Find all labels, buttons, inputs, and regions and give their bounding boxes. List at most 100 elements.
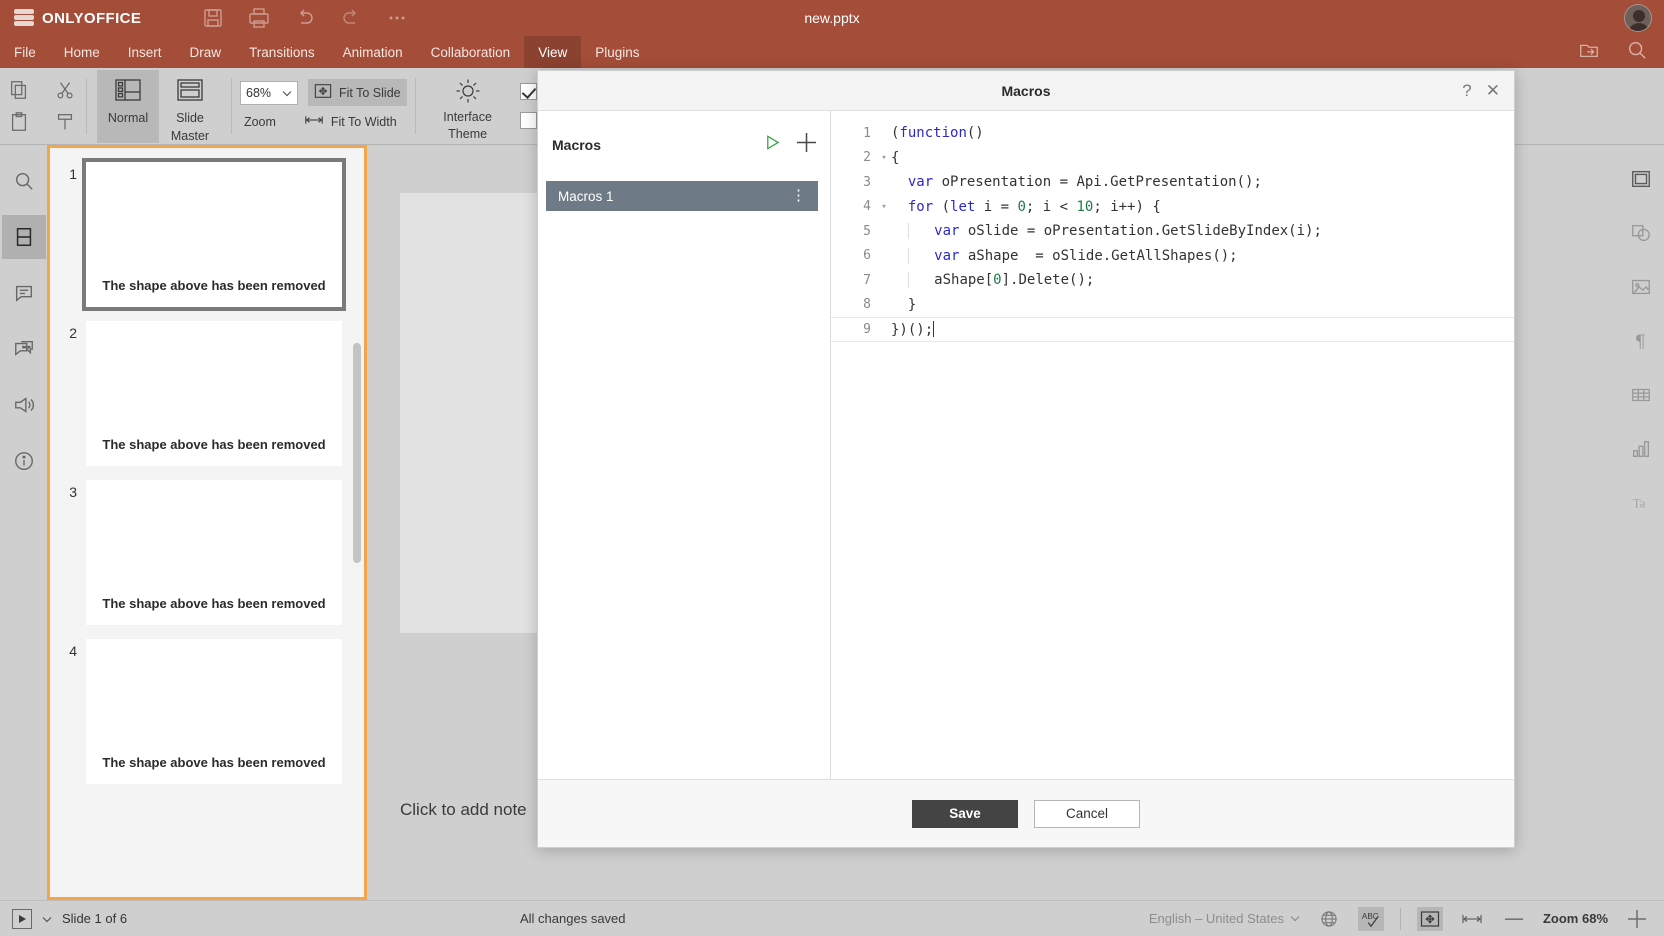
- fold-marker[interactable]: ▾: [877, 153, 891, 163]
- menu-item-home[interactable]: Home: [50, 36, 114, 68]
- ribbon-separator-2: [231, 78, 232, 134]
- menu-item-file[interactable]: File: [0, 36, 50, 68]
- code-line: 8 }: [831, 293, 1514, 318]
- text-caret: [933, 320, 935, 337]
- sidebar-item-comments[interactable]: [2, 271, 46, 315]
- menu-item-view[interactable]: View: [524, 36, 582, 68]
- list-item[interactable]: 4 The shape above has been removed: [50, 625, 364, 784]
- chart-settings-icon[interactable]: [1619, 427, 1663, 471]
- fit-to-slide-icon: [314, 82, 332, 103]
- status-bar: Slide 1 of 6 All changes saved English –…: [0, 900, 1664, 936]
- slide-number: 2: [69, 325, 77, 341]
- help-icon[interactable]: ?: [1462, 82, 1471, 99]
- close-icon[interactable]: ✕: [1486, 82, 1500, 99]
- interface-theme-label-2: Theme: [448, 126, 488, 141]
- code-text: var aShape = oSlide.GetAllShapes();: [891, 247, 1238, 264]
- list-item[interactable]: 3 The shape above has been removed: [50, 466, 364, 625]
- cancel-button[interactable]: Cancel: [1034, 799, 1140, 828]
- spell-checking-icon[interactable]: ABC: [1357, 906, 1384, 931]
- fold-marker[interactable]: ▾: [877, 202, 891, 212]
- add-macro-icon[interactable]: [797, 133, 816, 157]
- title-bar: ONLYOFFICE new.pptx: [0, 0, 1664, 36]
- code-scroll-area[interactable]: 1 (function() 2 ▾ { 3 var oPresentation …: [831, 111, 1514, 779]
- normal-view-button[interactable]: Normal: [97, 69, 159, 143]
- menu-item-collaboration[interactable]: Collaboration: [417, 36, 525, 68]
- code-line: 5 var oSlide = oPresentation.GetSlideByI…: [831, 219, 1514, 244]
- view-option-checkbox-1[interactable]: [519, 83, 537, 100]
- slide-master-label-2: Master: [170, 128, 210, 143]
- macro-code-editor[interactable]: 1 (function() 2 ▾ { 3 var oPresentation …: [831, 111, 1514, 779]
- view-option-checkbox-2[interactable]: [519, 112, 537, 129]
- copy-icon[interactable]: [8, 79, 30, 101]
- slide-thumbnail-4[interactable]: The shape above has been removed: [86, 639, 342, 784]
- list-item[interactable]: 1 The shape above has been removed: [50, 148, 364, 311]
- slide-settings-icon[interactable]: [1619, 157, 1663, 201]
- search-icon[interactable]: [1626, 39, 1648, 66]
- right-sidebar-rail: ¶ Ta: [1617, 145, 1664, 900]
- slide-thumbnail-1[interactable]: The shape above has been removed: [82, 158, 346, 311]
- macros-dialog[interactable]: Macros ? ✕ Macros Macros 1 ⋮ 1 (function…: [537, 70, 1515, 848]
- slide-thumbnail-3[interactable]: The shape above has been removed: [86, 480, 342, 625]
- image-settings-icon[interactable]: [1619, 265, 1663, 309]
- sidebar-item-search[interactable]: [2, 159, 46, 203]
- code-text: var oPresentation = Api.GetPresentation(…: [907, 174, 1262, 191]
- zoom-level-select[interactable]: 68%: [240, 80, 298, 105]
- menu-item-transitions[interactable]: Transitions: [235, 36, 329, 68]
- slide-master-button[interactable]: Slide Master: [159, 70, 221, 143]
- zoom-group: 68% Fit To Slide Zoom Fit To Width: [234, 68, 413, 144]
- menu-item-insert[interactable]: Insert: [114, 36, 176, 68]
- zoom-out-icon[interactable]: [1501, 907, 1527, 931]
- cut-icon[interactable]: [54, 79, 76, 101]
- format-painter-icon[interactable]: [54, 111, 76, 133]
- menu-item-plugins[interactable]: Plugins: [581, 36, 653, 68]
- line-number: 4: [863, 199, 871, 215]
- zoom-level-label: Zoom 68%: [1542, 911, 1608, 926]
- paragraph-settings-icon[interactable]: ¶: [1619, 319, 1663, 363]
- fit-to-width-icon[interactable]: [1459, 907, 1485, 931]
- thumbnails-scrollbar[interactable]: [353, 343, 361, 563]
- list-item[interactable]: 2 The shape above has been removed: [50, 307, 364, 466]
- fit-to-slide-button[interactable]: Fit To Slide: [308, 79, 407, 106]
- avatar[interactable]: [1624, 4, 1652, 32]
- run-macro-icon[interactable]: [764, 134, 781, 156]
- notes-placeholder[interactable]: Click to add note: [400, 800, 527, 820]
- macros-list-title: Macros: [552, 137, 602, 153]
- theme-sun-icon: [454, 77, 482, 108]
- slide-number: 4: [69, 643, 77, 659]
- menu-bar: File Home Insert Draw Transitions Animat…: [0, 36, 1664, 68]
- sidebar-item-about[interactable]: [2, 439, 46, 483]
- line-number: 2: [863, 150, 871, 166]
- slide-master-icon: [176, 78, 204, 107]
- interface-theme-button[interactable]: Interface Theme: [426, 71, 510, 140]
- fit-to-width-button[interactable]: Fit To Width: [298, 110, 403, 133]
- shape-settings-icon[interactable]: [1619, 211, 1663, 255]
- code-line: 6 var aShape = oSlide.GetAllShapes();: [831, 244, 1514, 269]
- sidebar-item-chat[interactable]: [2, 327, 46, 371]
- slide-thumbnail-2[interactable]: The shape above has been removed: [86, 321, 342, 466]
- clipboard-group: [0, 68, 84, 144]
- document-language[interactable]: English – United States: [1149, 911, 1300, 926]
- paste-icon[interactable]: [8, 111, 30, 133]
- table-settings-icon[interactable]: [1619, 373, 1663, 417]
- sidebar-item-feedback[interactable]: [2, 383, 46, 427]
- list-item[interactable]: Macros 1 ⋮: [546, 181, 818, 211]
- macro-item-menu-icon[interactable]: ⋮: [791, 188, 806, 203]
- code-text: {: [891, 149, 900, 166]
- save-button[interactable]: Save: [912, 799, 1018, 828]
- line-number: 1: [863, 125, 871, 141]
- macros-dialog-footer: Save Cancel: [538, 779, 1514, 847]
- menu-item-animation[interactable]: Animation: [329, 36, 417, 68]
- sidebar-item-slides[interactable]: [1, 215, 46, 259]
- open-file-location-icon[interactable]: [1578, 39, 1600, 66]
- slide-thumbnails-pane[interactable]: 1 The shape above has been removed 2 The…: [47, 145, 367, 900]
- line-number: 6: [863, 248, 871, 264]
- chevron-down-icon[interactable]: [42, 911, 52, 926]
- code-line-active: 9 })();: [831, 317, 1514, 342]
- start-slideshow-icon[interactable]: [12, 908, 32, 929]
- svg-text:¶: ¶: [1634, 332, 1645, 352]
- set-language-icon[interactable]: [1316, 907, 1342, 931]
- text-art-settings-icon[interactable]: Ta: [1619, 481, 1663, 525]
- zoom-in-icon[interactable]: [1624, 907, 1650, 931]
- fit-to-slide-icon[interactable]: [1416, 906, 1443, 931]
- menu-item-draw[interactable]: Draw: [176, 36, 236, 68]
